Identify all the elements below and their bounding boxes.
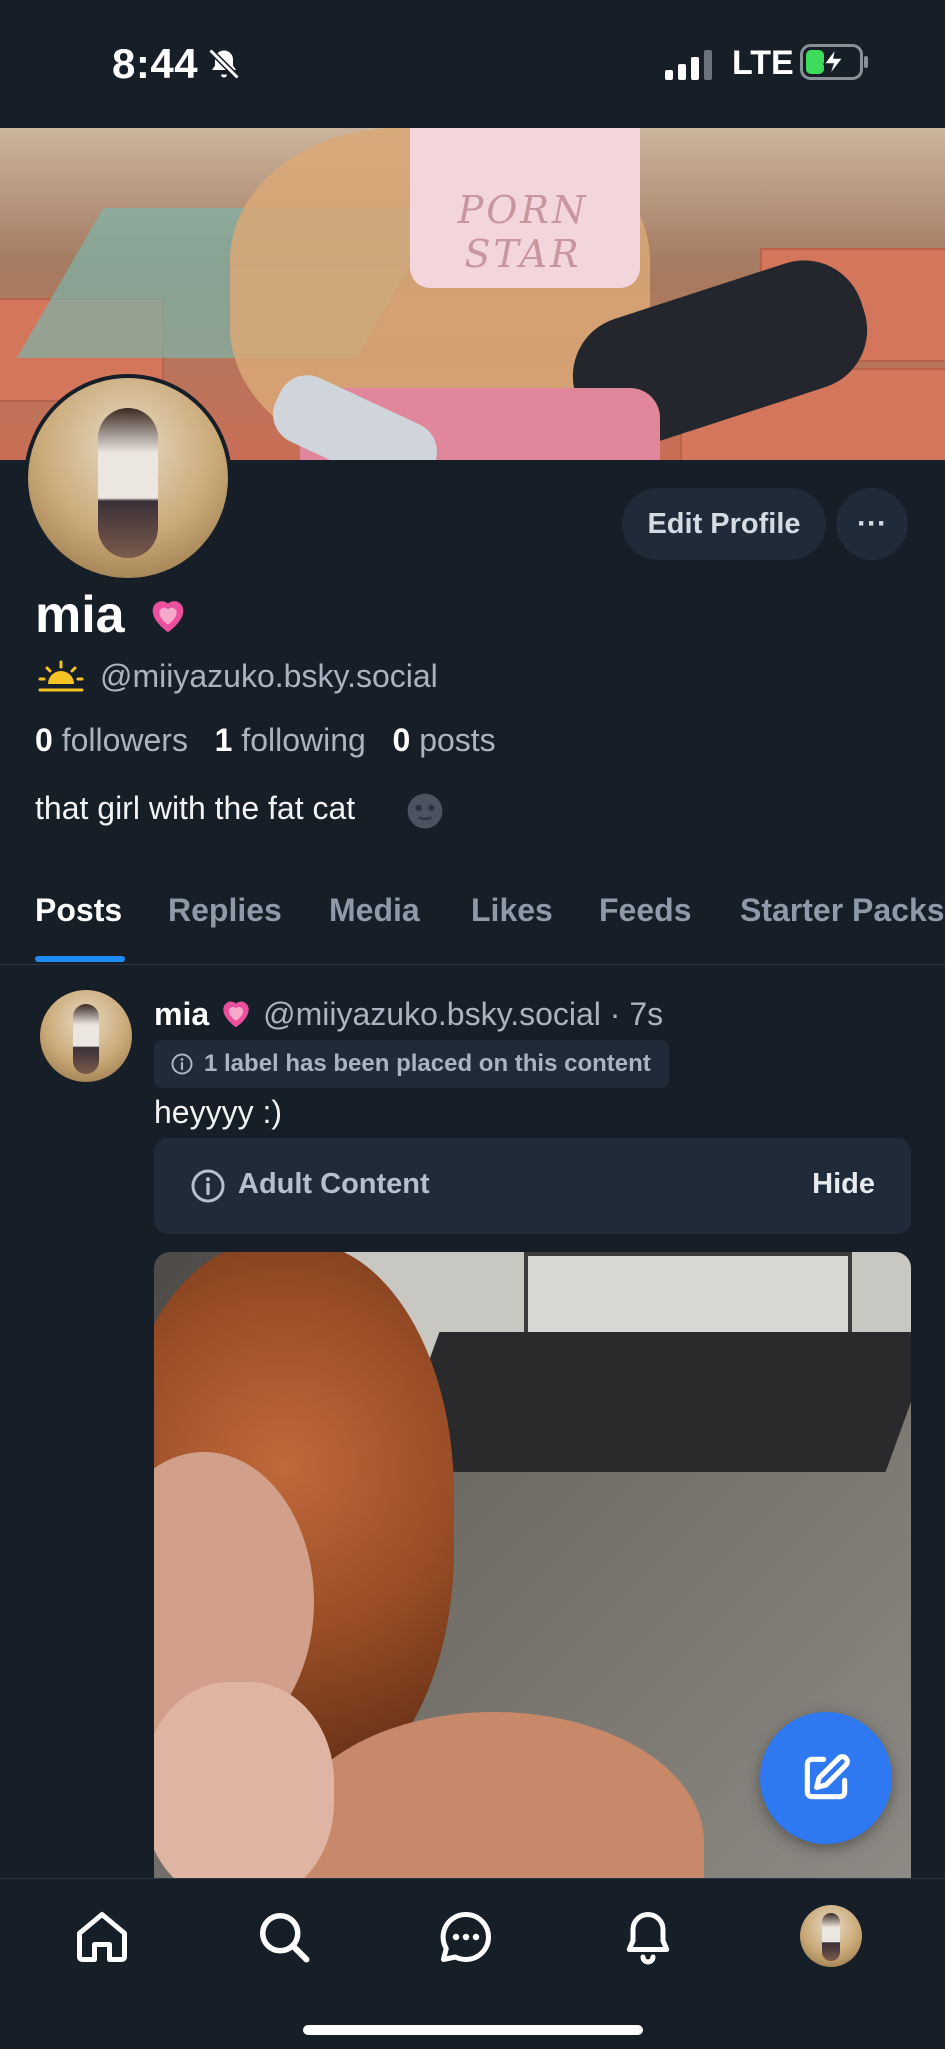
tab-posts[interactable]: Posts — [35, 892, 122, 929]
profile-tabs: Posts Replies Media Likes Feeds Starter … — [0, 880, 945, 965]
following-label: following — [241, 722, 366, 758]
bottom-nav — [0, 1878, 945, 2049]
sunrise-icon — [38, 660, 84, 692]
following-link[interactable]: 1 following — [215, 722, 366, 758]
more-options-button[interactable]: ··· — [836, 488, 908, 560]
status-time: 8:44 — [112, 40, 199, 87]
profile-bio: that girl with the fat cat — [35, 790, 356, 826]
network-type: LTE — [732, 44, 794, 82]
posts-stat: 0 posts — [393, 722, 496, 758]
post-author-name[interactable]: mia — [154, 996, 209, 1032]
photo-desk — [388, 1332, 911, 1472]
avatar-figure — [73, 1004, 99, 1074]
content-label-notice[interactable]: 1 label has been placed on this content — [154, 1040, 669, 1088]
profile-avatar[interactable] — [800, 1905, 862, 1967]
signal-icon — [665, 50, 712, 80]
adult-content-warning: Adult Content Hide — [154, 1138, 911, 1234]
followers-count: 0 — [35, 722, 53, 758]
posts-label: posts — [419, 722, 496, 758]
tab-starter-packs[interactable]: Starter Packs — [740, 892, 945, 929]
photo-hand — [154, 1682, 334, 1880]
post-separator: · — [609, 996, 621, 1032]
post-author-avatar[interactable] — [40, 990, 132, 1082]
post-timestamp[interactable]: 7s — [629, 996, 663, 1032]
bell-off-icon — [208, 48, 240, 80]
home-indicator — [303, 2025, 643, 2035]
home-icon[interactable] — [72, 1907, 132, 1967]
heart-icon — [152, 601, 184, 633]
heart-icon — [223, 1001, 249, 1028]
profile-display-name: mia — [35, 586, 125, 644]
status-bar: 8:44 LTE — [0, 0, 945, 128]
battery-charging-icon — [800, 44, 868, 80]
info-icon — [191, 1169, 225, 1203]
profile-stats: 0 followers 1 following 0 posts — [35, 722, 496, 759]
following-count: 1 — [214, 722, 233, 758]
edit-profile-button[interactable]: Edit Profile — [622, 488, 826, 560]
adult-content-label: Adult Content — [238, 1168, 430, 1200]
avatar-figure — [822, 1913, 840, 1961]
post-header: mia @miiyazuko.bsky.social · 7s — [154, 994, 663, 1033]
bell-icon[interactable] — [618, 1907, 678, 1967]
info-icon — [171, 1053, 193, 1075]
new-moon-face-icon — [407, 793, 443, 829]
post-author-handle[interactable]: @miiyazuko.bsky.social — [263, 996, 601, 1032]
banner-shirt-text: PORN STAR — [457, 188, 589, 276]
active-tab-indicator — [35, 956, 125, 962]
tab-media[interactable]: Media — [329, 892, 420, 929]
post-text: heyyyy :) — [154, 1094, 283, 1130]
profile-handle: @miiyazuko.bsky.social — [100, 658, 438, 694]
chat-icon[interactable] — [436, 1907, 496, 1967]
tab-likes[interactable]: Likes — [471, 892, 553, 929]
search-icon[interactable] — [254, 1907, 314, 1967]
hide-button[interactable]: Hide — [812, 1168, 875, 1201]
compose-icon — [804, 1754, 850, 1800]
followers-link[interactable]: 0 followers — [35, 722, 188, 758]
tab-replies[interactable]: Replies — [168, 892, 282, 929]
profile-avatar[interactable] — [24, 374, 232, 582]
label-notice-text: 1 label has been placed on this content — [204, 1050, 651, 1077]
posts-count: 0 — [392, 722, 411, 758]
followers-label: followers — [61, 722, 188, 758]
compose-button[interactable] — [760, 1712, 892, 1844]
avatar-figure — [98, 408, 158, 558]
tab-feeds[interactable]: Feeds — [599, 892, 691, 929]
more-options-label: ··· — [857, 507, 887, 540]
